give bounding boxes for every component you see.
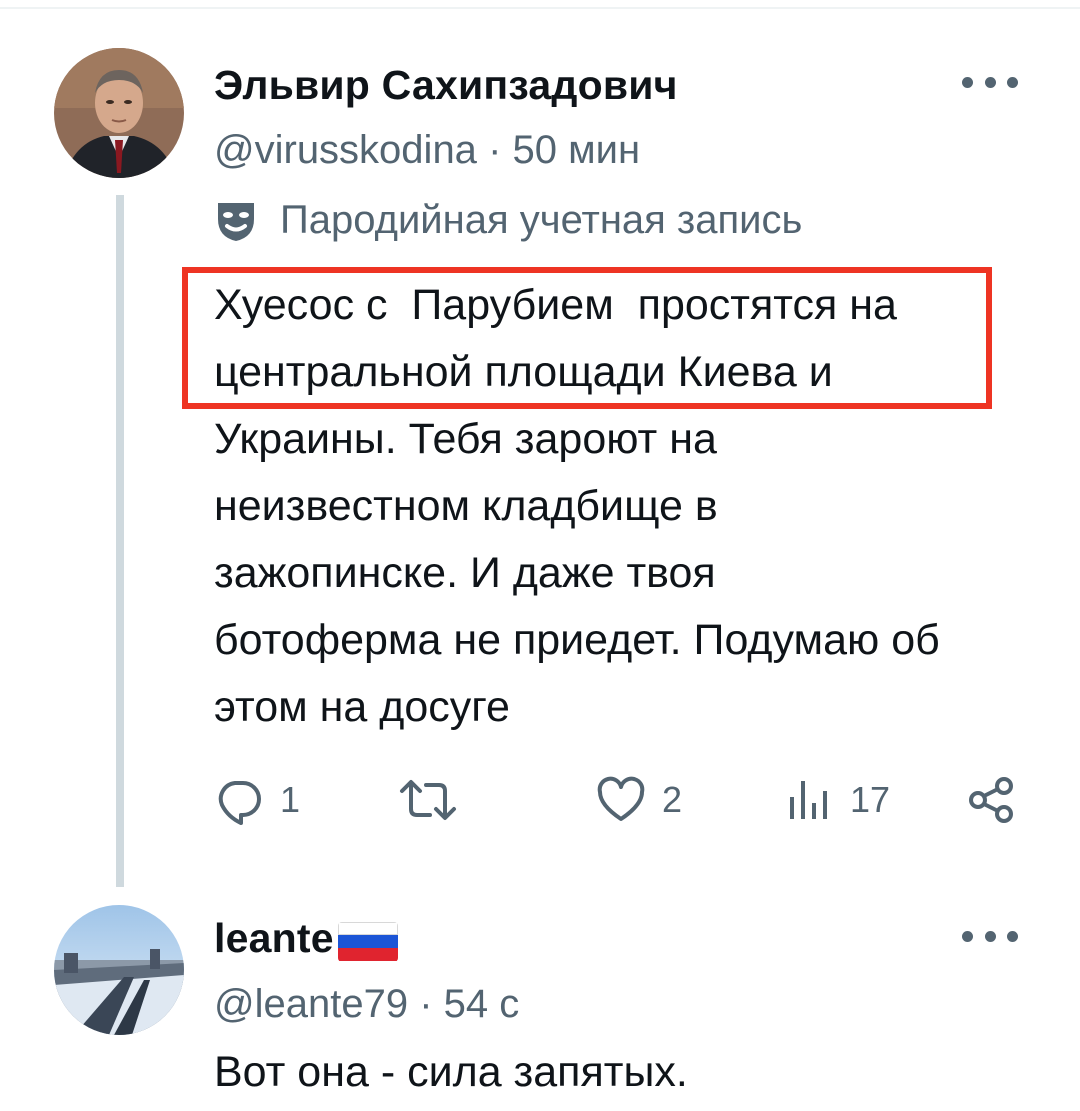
parody-label: Пародийная учетная запись (214, 198, 802, 243)
top-divider (0, 7, 1080, 9)
meta-separator: · (419, 982, 433, 1026)
retweet-icon (400, 780, 456, 820)
like-count: 2 (662, 779, 683, 820)
reply-author-handle[interactable]: @leante79 (214, 982, 408, 1026)
russia-flag-icon (337, 921, 398, 962)
parody-label-text: Пародийная учетная запись (280, 198, 803, 242)
meta-separator: · (488, 128, 502, 172)
reply-meta: @leante79 · 54 с (214, 982, 519, 1027)
reply-button[interactable]: 1 (214, 775, 300, 825)
reply-text: Вот она - сила запятых. (214, 1048, 688, 1096)
share-icon (969, 777, 1013, 823)
tweet-text-line: неизвестном кладбище в (214, 482, 718, 530)
reply-icon (218, 781, 261, 825)
views-count: 17 (850, 779, 891, 820)
tweet-time[interactable]: 50 мин (513, 128, 641, 172)
tweet-text-line: зажопинске. И даже твоя (214, 549, 716, 597)
author-avatar[interactable] (54, 48, 184, 178)
tweet-text-line: Украины. Тебя зароют на (214, 415, 717, 463)
tweet-actions: 1 2 17 (0, 770, 1080, 830)
more-icon[interactable] (962, 926, 1018, 946)
like-button[interactable]: 2 (596, 775, 682, 825)
author-handle[interactable]: @virusskodina (214, 128, 477, 172)
author-name[interactable]: Эльвир Сахипзадович (214, 62, 678, 109)
reply-time[interactable]: 54 с (444, 982, 520, 1026)
more-icon[interactable] (962, 72, 1018, 92)
like-icon (597, 776, 645, 821)
tweet-text-line: этом на досуге (214, 683, 510, 731)
reply-author-name[interactable]: leante (214, 915, 398, 962)
share-button[interactable] (966, 775, 1016, 825)
tweet-meta: @virusskodina · 50 мин (214, 128, 640, 173)
parody-mask-icon (218, 202, 254, 241)
reply-author-name-text[interactable]: leante (214, 915, 334, 962)
highlight-box (182, 267, 992, 409)
reply-author-avatar[interactable] (54, 905, 184, 1035)
reply-count: 1 (280, 779, 301, 820)
views-button[interactable]: 17 (784, 775, 890, 825)
tweet-text-line: ботоферма не приедет. Подумаю об (214, 616, 940, 664)
retweet-button[interactable] (398, 775, 474, 825)
views-icon (790, 781, 827, 819)
